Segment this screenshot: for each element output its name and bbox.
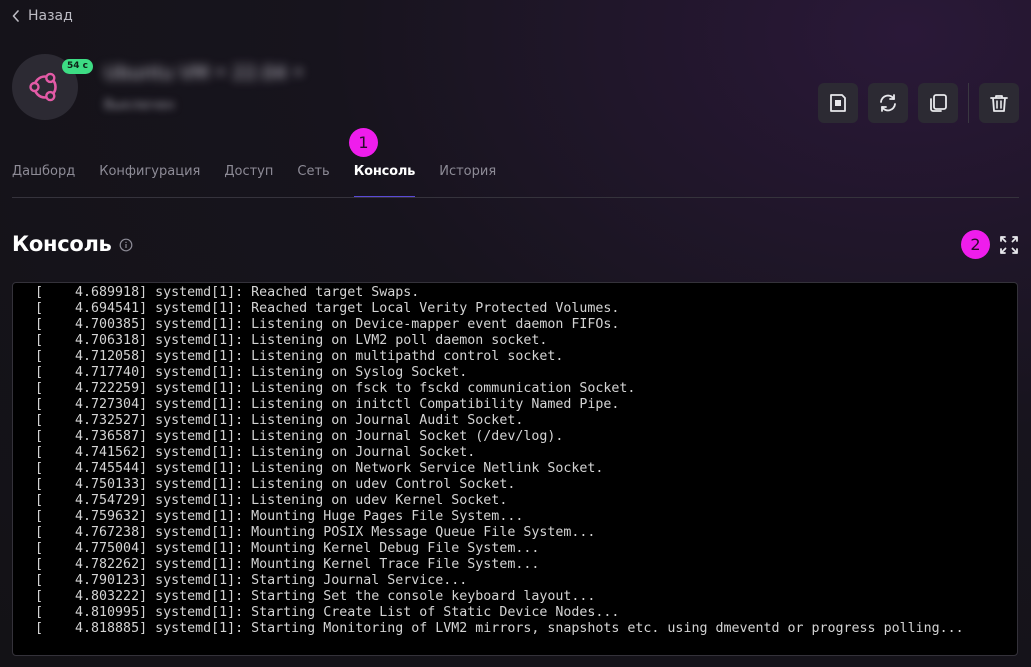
console-line: [ 4.706318] systemd[1]: Listening on LVM… — [35, 333, 548, 348]
console-line: [ 4.717740] systemd[1]: Listening on Sys… — [35, 365, 468, 380]
annotation-marker-2: 2 — [961, 230, 990, 259]
console-line: [ 4.754729] systemd[1]: Listening on ude… — [35, 493, 508, 508]
page-title: Консоль — [12, 232, 112, 256]
console-line: [ 4.727304] systemd[1]: Listening on ini… — [35, 397, 620, 412]
console-line: [ 4.689918] systemd[1]: Reached target S… — [35, 285, 420, 300]
vm-name: Ubuntu VM • 22.04 • — [104, 62, 304, 84]
console-line: [ 4.767238] systemd[1]: Mounting POSIX M… — [35, 525, 596, 540]
trash-icon — [990, 95, 1008, 112]
tab-configuration[interactable]: Конфигурация — [99, 162, 200, 198]
console-line: [ 4.741562] systemd[1]: Listening on Jou… — [35, 445, 476, 460]
actions-divider — [968, 83, 969, 123]
console-line: [ 4.790123] systemd[1]: Starting Journal… — [35, 573, 468, 588]
chevron-left-icon — [12, 10, 19, 22]
stop-icon — [830, 94, 846, 112]
annotation-marker-1: 1 — [349, 128, 378, 157]
console-line: [ 4.700385] systemd[1]: Listening on Dev… — [35, 317, 620, 332]
tab-network[interactable]: Сеть — [297, 162, 329, 198]
vm-subtitle: Выключен — [104, 98, 175, 113]
console-output[interactable]: [ 4.689918] systemd[1]: Reached target S… — [12, 282, 1018, 656]
ubuntu-logo-icon — [29, 72, 57, 102]
vm-status-badge: 54 с — [62, 59, 93, 74]
tabs-divider — [12, 197, 1019, 198]
tab-access[interactable]: Доступ — [224, 162, 273, 198]
tab-dashboard[interactable]: Дашборд — [12, 162, 75, 198]
console-line: [ 4.722259] systemd[1]: Listening on fsc… — [35, 381, 636, 396]
console-line: [ 4.732527] systemd[1]: Listening on Jou… — [35, 413, 524, 428]
tab-console[interactable]: Консоль — [353, 162, 415, 198]
back-label: Назад — [28, 8, 73, 24]
refresh-icon — [880, 94, 896, 112]
copy-icon — [930, 94, 947, 112]
console-line: [ 4.775004] systemd[1]: Mounting Kernel … — [35, 541, 540, 556]
console-line: [ 4.745544] systemd[1]: Listening on Net… — [35, 461, 604, 476]
console-line: [ 4.694541] systemd[1]: Reached target L… — [35, 301, 620, 316]
reboot-button[interactable] — [868, 83, 908, 123]
console-line: [ 4.750133] systemd[1]: Listening on ude… — [35, 477, 516, 492]
tab-history[interactable]: История — [439, 162, 496, 198]
console-line: [ 4.759632] systemd[1]: Mounting Huge Pa… — [35, 509, 524, 524]
clone-button[interactable] — [918, 83, 958, 123]
fullscreen-icon[interactable] — [999, 235, 1019, 255]
info-icon[interactable] — [119, 238, 133, 252]
console-line: [ 4.803222] systemd[1]: Starting Set the… — [35, 589, 596, 604]
stop-button[interactable] — [818, 83, 858, 123]
console-line: [ 4.810995] systemd[1]: Starting Create … — [35, 605, 620, 620]
console-line: [ 4.782262] systemd[1]: Mounting Kernel … — [35, 557, 540, 572]
console-line: [ 4.712058] systemd[1]: Listening on mul… — [35, 349, 564, 364]
vm-actions — [818, 83, 1019, 123]
delete-button[interactable] — [979, 83, 1019, 123]
tab-bar: Дашборд Конфигурация Доступ Сеть Консоль… — [12, 162, 496, 198]
console-line: [ 4.736587] systemd[1]: Listening on Jou… — [35, 429, 564, 444]
back-link[interactable]: Назад — [12, 6, 73, 26]
console-line: [ 4.818885] systemd[1]: Starting Monitor… — [35, 621, 964, 636]
